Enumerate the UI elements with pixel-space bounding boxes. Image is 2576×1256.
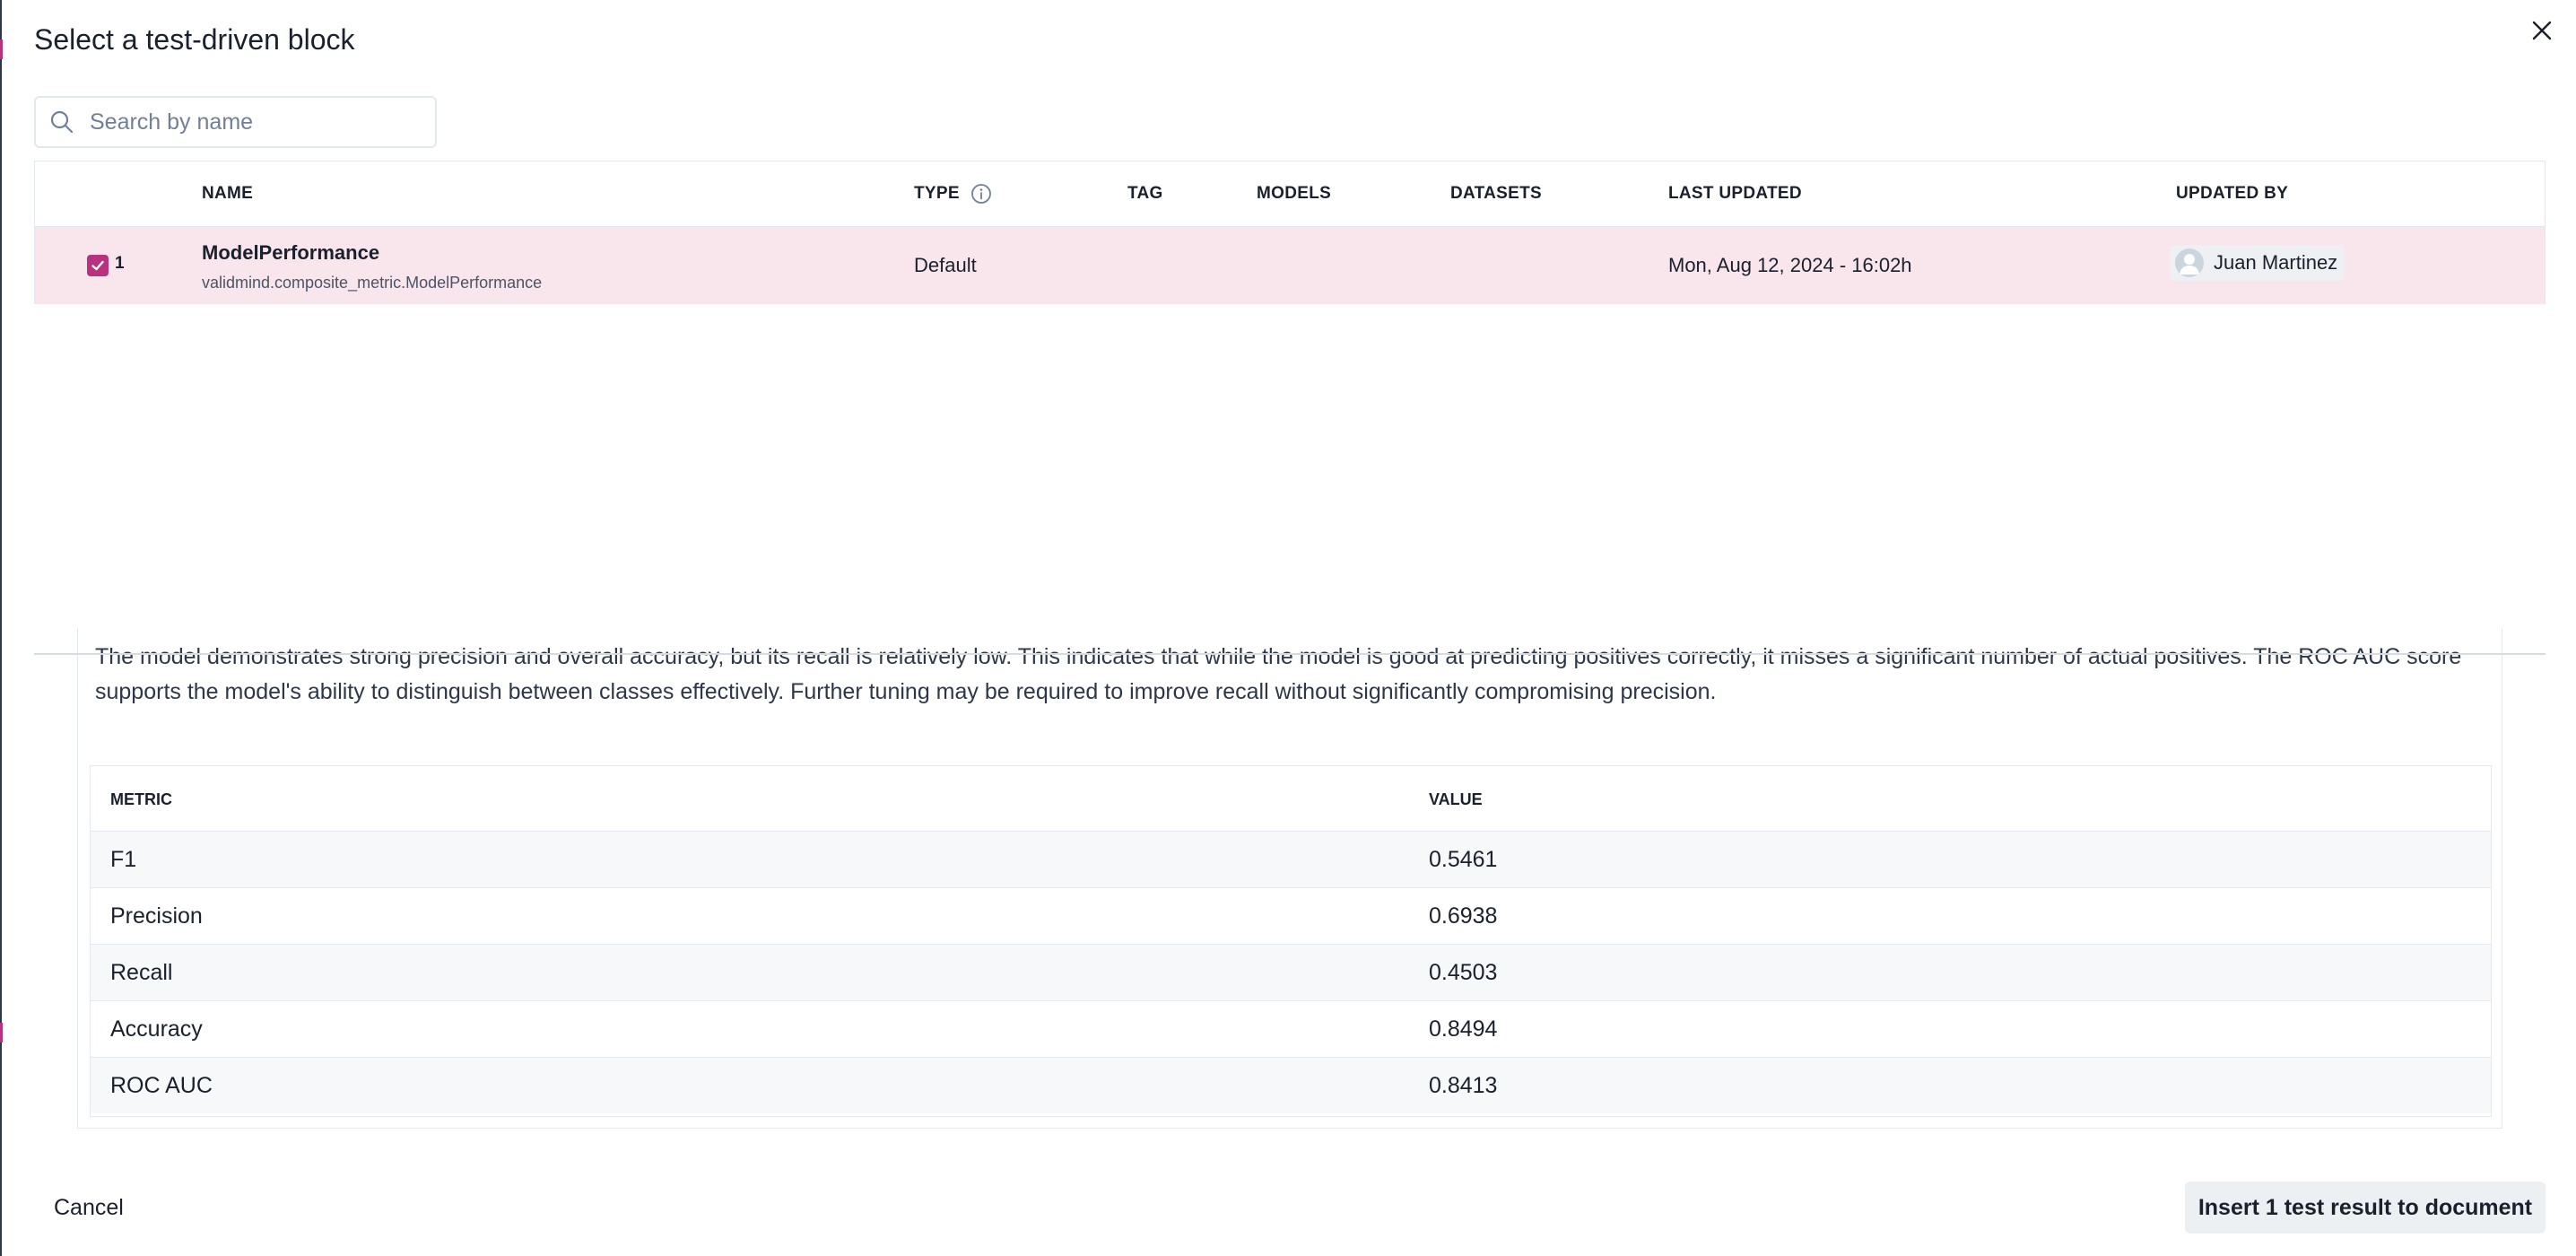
edge-marker bbox=[0, 39, 3, 59]
column-header-tag[interactable]: TAG bbox=[1127, 161, 1163, 226]
checkmark-icon bbox=[91, 260, 104, 271]
metric-value: 0.5461 bbox=[1429, 847, 1498, 872]
metric-value: 0.6938 bbox=[1429, 903, 1498, 929]
column-header-value: VALUE bbox=[1429, 790, 1483, 808]
metric-value: 0.8494 bbox=[1429, 1016, 1498, 1042]
table-header: NAME TYPE TAG MODELS DATASETS LAST UPDAT… bbox=[35, 161, 2545, 226]
column-header-name[interactable]: NAME bbox=[202, 161, 253, 226]
row-index: 1 bbox=[115, 254, 125, 273]
table-row: Precision 0.6938 bbox=[91, 887, 2491, 944]
avatar bbox=[2175, 249, 2204, 277]
column-header-label: NAME bbox=[202, 184, 254, 203]
metric-value: 0.4503 bbox=[1429, 960, 1498, 985]
column-header-label: DATASETS bbox=[1450, 184, 1542, 203]
block-type: Default bbox=[914, 254, 977, 276]
metric-name: Accuracy bbox=[110, 1016, 203, 1042]
insert-test-result-button[interactable]: Insert 1 test result to document bbox=[2185, 1182, 2546, 1234]
close-button[interactable] bbox=[2524, 13, 2560, 48]
column-header-label: TAG bbox=[1127, 184, 1163, 203]
metrics-table: METRIC VALUE F1 0.5461 Precision 0.6938 … bbox=[90, 765, 2492, 1117]
modal-title: Select a test-driven block bbox=[34, 23, 355, 56]
panel-divider bbox=[34, 653, 2546, 655]
column-header-label: TYPE bbox=[914, 184, 960, 203]
block-name: ModelPerformance bbox=[202, 241, 380, 264]
column-header-updated-by[interactable]: UPDATED BY bbox=[2176, 161, 2288, 226]
column-header-models[interactable]: MODELS bbox=[1257, 161, 1331, 226]
metric-name: Recall bbox=[110, 960, 173, 985]
blocks-table: NAME TYPE TAG MODELS DATASETS LAST UPDAT… bbox=[34, 161, 2546, 304]
table-row: F1 0.5461 bbox=[91, 831, 2491, 887]
column-header-type[interactable]: TYPE bbox=[914, 161, 992, 226]
metric-value: 0.8413 bbox=[1429, 1073, 1498, 1098]
metric-name: F1 bbox=[110, 847, 137, 872]
table-row: Accuracy 0.8494 bbox=[91, 1000, 2491, 1057]
updated-by-chip: Juan Martinez bbox=[2170, 245, 2345, 281]
cancel-button[interactable]: Cancel bbox=[39, 1184, 138, 1231]
column-header-last-updated[interactable]: LAST UPDATED bbox=[1668, 161, 1802, 226]
column-header-label: LAST UPDATED bbox=[1668, 184, 1802, 203]
search-box[interactable] bbox=[34, 96, 437, 148]
row-checkbox[interactable] bbox=[87, 255, 109, 276]
test-result-description: The model demonstrates strong precision … bbox=[95, 644, 2462, 704]
user-icon bbox=[2180, 254, 2199, 275]
column-header-label: UPDATED BY bbox=[2176, 184, 2289, 203]
table-row[interactable]: 1 ModelPerformance validmind.composite_m… bbox=[35, 226, 2545, 304]
metric-name: Precision bbox=[110, 903, 203, 929]
column-header-datasets[interactable]: DATASETS bbox=[1450, 161, 1542, 226]
table-row: Recall 0.4503 bbox=[91, 944, 2491, 1000]
search-input[interactable] bbox=[88, 108, 414, 136]
table-row: ROC AUC 0.8413 bbox=[91, 1057, 2491, 1113]
edge-marker bbox=[0, 1023, 3, 1042]
metrics-table-header: METRIC VALUE bbox=[91, 766, 2491, 831]
column-header-label: MODELS bbox=[1257, 184, 1332, 203]
background-window-edge bbox=[0, 0, 3, 1256]
block-path: validmind.composite_metric.ModelPerforma… bbox=[202, 274, 543, 292]
search-icon bbox=[48, 109, 75, 135]
close-icon bbox=[2532, 21, 2552, 40]
info-icon[interactable] bbox=[970, 183, 992, 205]
updated-by-name: Juan Martinez bbox=[2214, 251, 2338, 274]
block-last-updated: Mon, Aug 12, 2024 - 16:02h bbox=[1668, 254, 1912, 276]
column-header-metric: METRIC bbox=[110, 790, 172, 808]
metric-name: ROC AUC bbox=[110, 1073, 213, 1098]
